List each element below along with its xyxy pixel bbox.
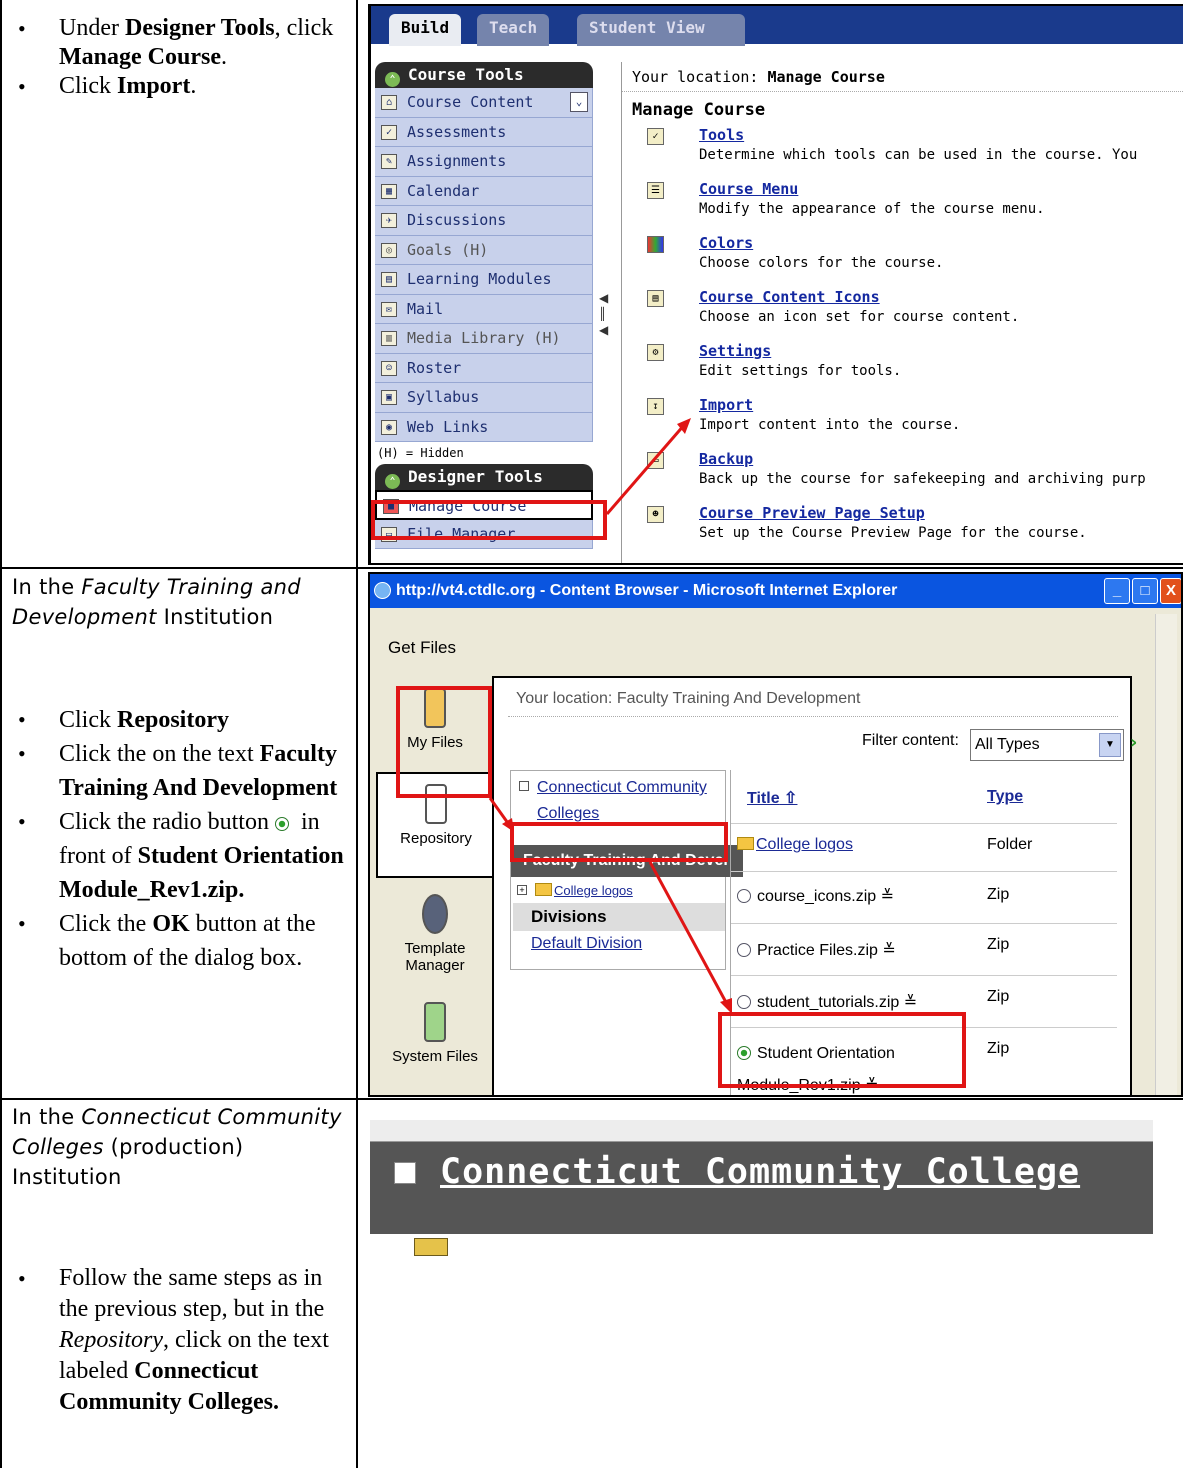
step-click-radio: Click the radio button in front of Stude… bbox=[8, 805, 353, 907]
row3-instructions: Follow the same steps as in the previous… bbox=[8, 1263, 353, 1418]
row2-instructions: Click Repository Click the on the text F… bbox=[8, 703, 353, 975]
step-import: Click Import. bbox=[8, 72, 348, 101]
row3-heading: In the Connecticut Community Colleges (p… bbox=[12, 1105, 342, 1189]
tree-item-connecticut-zoomed[interactable]: Connecticut Community College bbox=[440, 1152, 1080, 1192]
zoomed-bottom-strip bbox=[370, 1234, 1153, 1256]
row2-heading: In the Faculty Training and Development … bbox=[12, 575, 301, 629]
table-row-divider-1 bbox=[0, 567, 1183, 569]
manage-course-screenshot: Build Teach Student View ⌃ Course Tools ⌂… bbox=[368, 4, 1183, 565]
instruction-arrows bbox=[488, 797, 732, 1014]
table-column-divider bbox=[356, 0, 358, 1468]
step-click-repository: Click Repository bbox=[8, 703, 353, 737]
table-row-divider-2 bbox=[0, 1098, 1183, 1100]
tree-node-icon bbox=[394, 1162, 416, 1184]
zoomed-tree-screenshot: Connecticut Community College bbox=[370, 1120, 1153, 1256]
step-follow-same: Follow the same steps as in the previous… bbox=[8, 1263, 353, 1418]
step-click-ok: Click the OK button at the bottom of the… bbox=[8, 907, 353, 975]
step-click-faculty: Click the on the text Faculty Training A… bbox=[8, 737, 353, 805]
step-manage-course: Under Designer Tools, click Manage Cours… bbox=[8, 14, 348, 72]
folder-icon bbox=[414, 1238, 448, 1256]
content-browser-window: http://vt4.ctdlc.org - Content Browser -… bbox=[368, 572, 1183, 1097]
zoomed-top-strip bbox=[370, 1120, 1153, 1142]
table-border-left bbox=[0, 0, 2, 1468]
arrow-manage-to-import bbox=[605, 418, 691, 515]
radio-button-icon bbox=[274, 817, 289, 831]
row1-instructions: Under Designer Tools, click Manage Cours… bbox=[8, 14, 348, 101]
